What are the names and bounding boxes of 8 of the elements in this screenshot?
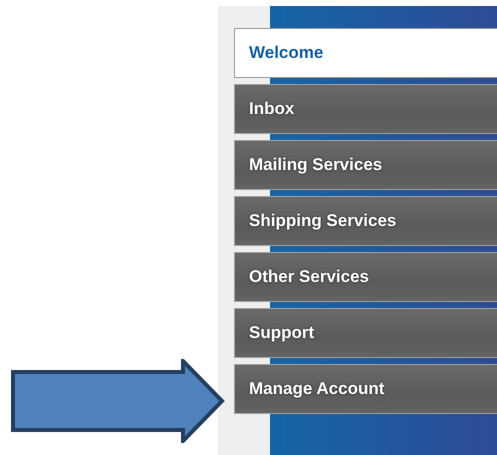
menu-item[interactable]: Inbox	[234, 84, 497, 134]
menu-item[interactable]: Mailing Services	[234, 140, 497, 190]
menu-item[interactable]: Manage Account	[234, 364, 497, 414]
menu-item[interactable]: Welcome	[234, 28, 497, 78]
menu-item[interactable]: Shipping Services	[234, 196, 497, 246]
arrow-icon	[11, 359, 225, 443]
menu-item[interactable]: Support	[234, 308, 497, 358]
menu-item[interactable]: Other Services	[234, 252, 497, 302]
